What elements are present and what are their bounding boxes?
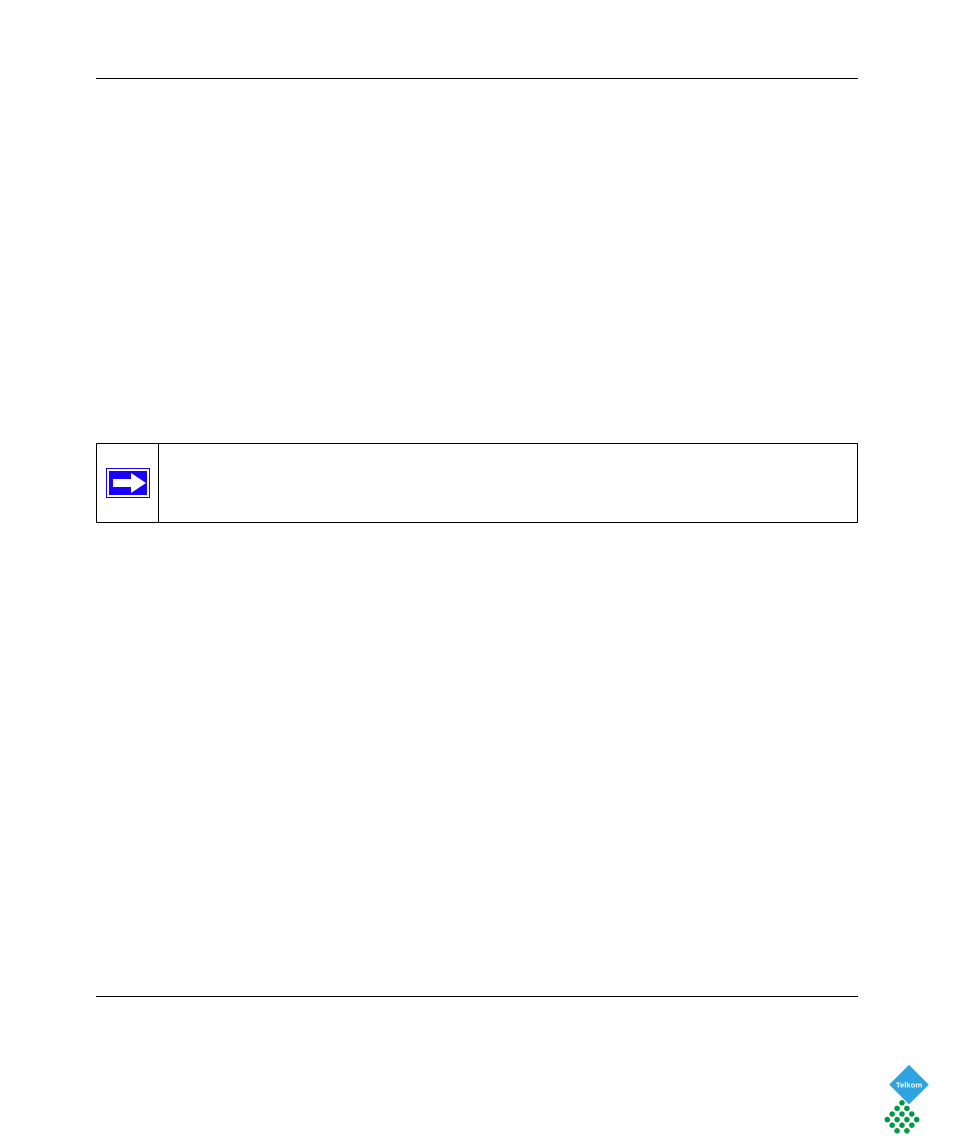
note-icon-cell — [97, 444, 159, 522]
note-callout: Note: — [96, 443, 858, 523]
page-body: Note: — [96, 50, 858, 1085]
note-text: Note: — [159, 444, 857, 522]
arrow-right-icon — [106, 468, 150, 498]
header-rule — [96, 50, 858, 79]
note-label: Note: — [175, 457, 211, 473]
footer-rule — [96, 996, 858, 1017]
page-content: Note: — [96, 79, 858, 523]
telkom-logo: Telkom — [874, 1065, 944, 1135]
logo-text: Telkom — [896, 1080, 923, 1089]
